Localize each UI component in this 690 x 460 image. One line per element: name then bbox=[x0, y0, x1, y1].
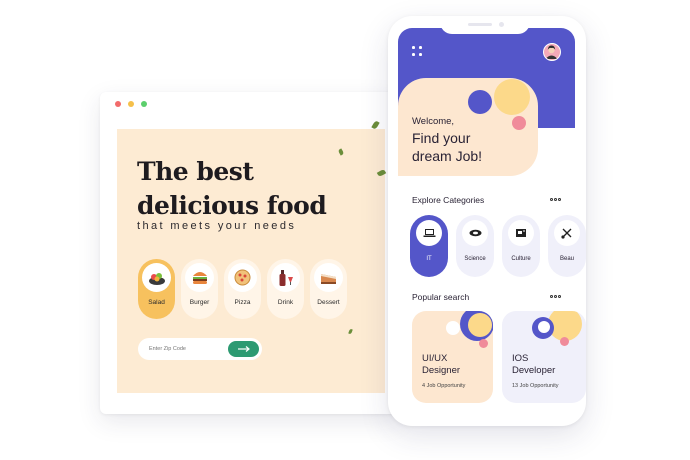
job-category-culture[interactable]: Culture bbox=[502, 215, 540, 277]
food-category-drink[interactable]: Drink bbox=[267, 259, 304, 319]
zip-code-field bbox=[138, 338, 262, 360]
food-hero: The best delicious food that meets your … bbox=[117, 120, 387, 393]
close-dot[interactable] bbox=[115, 101, 121, 107]
phone-frame: Welcome, Find your dream Job! Explore Ca… bbox=[388, 16, 586, 426]
food-category-label: Salad bbox=[148, 299, 165, 306]
decor-circle bbox=[560, 337, 569, 346]
laptop-icon bbox=[416, 220, 442, 246]
job-opportunity-count: 13 Job Opportunity bbox=[512, 383, 559, 389]
job-category-label: IT bbox=[426, 256, 432, 262]
dessert-icon bbox=[314, 263, 343, 292]
decor-circle bbox=[446, 321, 460, 335]
food-category-pizza[interactable]: Pizza bbox=[224, 259, 261, 319]
drink-icon bbox=[271, 263, 300, 292]
scissors-icon bbox=[554, 220, 580, 246]
speaker-grill bbox=[468, 23, 492, 26]
welcome-text: Welcome, bbox=[412, 116, 455, 127]
stage: The best delicious food that meets your … bbox=[0, 0, 690, 460]
maximize-dot[interactable] bbox=[141, 101, 147, 107]
food-category-salad[interactable]: Salad bbox=[138, 259, 175, 319]
food-category-label: Burger bbox=[189, 299, 210, 306]
food-category-label: Drink bbox=[277, 299, 294, 306]
headline: Find your dream Job! bbox=[412, 129, 482, 165]
headline-line2: dream Job! bbox=[412, 148, 483, 164]
zip-code-input[interactable] bbox=[149, 346, 231, 352]
decor-circle bbox=[494, 79, 530, 115]
browser-window: The best delicious food that meets your … bbox=[100, 92, 400, 414]
decor-circle bbox=[538, 321, 550, 333]
burger-icon bbox=[185, 263, 214, 292]
hero-title: The best delicious food bbox=[137, 155, 327, 223]
food-category-label: Dessert bbox=[317, 299, 340, 306]
job-category-list: IT Science Culture Beau bbox=[410, 215, 586, 277]
decor-circle bbox=[468, 313, 492, 337]
book-icon bbox=[508, 220, 534, 246]
food-category-burger[interactable]: Burger bbox=[181, 259, 218, 319]
menu-grid-icon[interactable] bbox=[412, 46, 424, 58]
job-title-line2: Designer bbox=[422, 365, 461, 376]
front-camera bbox=[499, 22, 504, 27]
popular-search-title: Popular search bbox=[412, 292, 470, 302]
hero-title-line1: The best bbox=[137, 157, 254, 186]
explore-categories-title: Explore Categories bbox=[412, 195, 485, 205]
leaf-decoration bbox=[376, 168, 387, 178]
pizza-icon bbox=[228, 263, 257, 292]
more-categories-icon[interactable] bbox=[550, 198, 562, 202]
job-category-it[interactable]: IT bbox=[410, 215, 448, 277]
job-category-label: Beau bbox=[559, 256, 574, 262]
salad-icon bbox=[142, 263, 171, 292]
decor-circle bbox=[512, 116, 526, 130]
decor-circle bbox=[479, 339, 488, 348]
leaf-decoration bbox=[348, 328, 353, 335]
browser-titlebar bbox=[100, 92, 400, 116]
leaf-decoration bbox=[371, 120, 380, 130]
job-category-science[interactable]: Science bbox=[456, 215, 494, 277]
job-card-uiux[interactable]: UI/UX Designer 4 Job Opportunity bbox=[412, 311, 493, 403]
job-category-beauty[interactable]: Beau bbox=[548, 215, 586, 277]
minimize-dot[interactable] bbox=[128, 101, 134, 107]
job-card-ios[interactable]: IOS Developer 13 Job Opportunity bbox=[502, 311, 586, 403]
phone-notch bbox=[440, 16, 530, 34]
job-title-line1: UI/UX bbox=[422, 353, 448, 364]
arrow-right-icon bbox=[237, 346, 250, 352]
microscope-icon bbox=[462, 220, 488, 246]
zip-submit-button[interactable] bbox=[228, 341, 259, 357]
more-popular-icon[interactable] bbox=[550, 295, 562, 299]
hero-title-line2: delicious food bbox=[137, 191, 327, 220]
food-category-dessert[interactable]: Dessert bbox=[310, 259, 347, 319]
leaf-decoration bbox=[337, 148, 345, 156]
food-category-list: Salad Burger Pizza Drink Dessert bbox=[138, 259, 347, 319]
food-category-label: Pizza bbox=[234, 299, 251, 306]
avatar[interactable] bbox=[543, 43, 561, 61]
job-category-label: Science bbox=[464, 256, 486, 262]
job-title-line2: Developer bbox=[512, 365, 556, 376]
hero-subtitle: that meets your needs bbox=[137, 220, 297, 232]
job-opportunity-count: 4 Job Opportunity bbox=[422, 383, 466, 389]
job-title: IOS Developer bbox=[512, 353, 555, 377]
job-category-label: Culture bbox=[511, 256, 531, 262]
decor-circle bbox=[468, 90, 492, 114]
job-title: UI/UX Designer bbox=[422, 353, 460, 377]
job-title-line1: IOS bbox=[512, 353, 529, 364]
headline-line1: Find your bbox=[412, 130, 471, 146]
